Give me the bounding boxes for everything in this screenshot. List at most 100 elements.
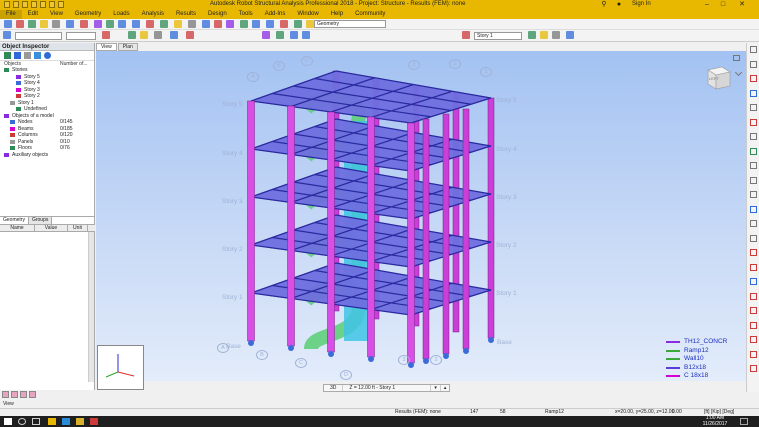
- sign-in-link[interactable]: Sign In: [632, 1, 651, 7]
- menu-results[interactable]: Results: [170, 10, 202, 19]
- tree-icon[interactable]: [14, 52, 21, 59]
- table-icon[interactable]: [11, 391, 18, 398]
- toolbar-tool-icon[interactable]: [94, 20, 102, 28]
- toolbar-tool-icon[interactable]: [226, 20, 234, 28]
- notifications-icon[interactable]: [740, 418, 748, 425]
- toolbar-tool-icon[interactable]: [240, 20, 248, 28]
- task-view-icon[interactable]: [32, 418, 40, 425]
- toolbar2-tool-icon[interactable]: [276, 31, 284, 39]
- story-combo[interactable]: Story 1: [474, 32, 522, 40]
- toolbar2-tool-icon[interactable]: [302, 31, 310, 39]
- view-cube[interactable]: LEFT: [700, 62, 734, 92]
- menu-geometry[interactable]: Geometry: [69, 10, 107, 19]
- right-tool-icon[interactable]: [750, 205, 757, 213]
- toolbar2-tool-icon[interactable]: [170, 31, 178, 39]
- toolbar2-tool-icon[interactable]: [154, 31, 162, 39]
- view-mode[interactable]: 3D: [324, 385, 344, 391]
- windows-start-icon[interactable]: [4, 418, 12, 425]
- toolbar2-tool-icon[interactable]: [102, 31, 110, 39]
- right-tool-icon[interactable]: [750, 263, 757, 271]
- toolbar2-tool-icon[interactable]: [186, 31, 194, 39]
- menu-help[interactable]: Help: [325, 10, 349, 19]
- toolbar-tool-icon[interactable]: [306, 20, 314, 28]
- right-tool-icon[interactable]: [750, 162, 757, 169]
- layout-combo[interactable]: Geometry: [314, 20, 386, 28]
- right-tool-icon[interactable]: [750, 176, 757, 184]
- toolbar-tool-icon[interactable]: [266, 20, 274, 28]
- filter-icon[interactable]: [4, 52, 11, 59]
- clock[interactable]: 1:00 AM 11/26/2017: [700, 415, 730, 427]
- undo-icon[interactable]: [49, 1, 55, 8]
- toolbar-tool-icon[interactable]: [146, 20, 154, 28]
- toolbar-tool-icon[interactable]: [118, 20, 126, 28]
- toolbar-tool-icon[interactable]: [294, 20, 302, 28]
- properties-scrollbar[interactable]: [88, 232, 94, 382]
- toolbar2-tool-icon[interactable]: [528, 31, 536, 39]
- toolbar-tool-icon[interactable]: [106, 20, 114, 28]
- redo-icon[interactable]: [58, 1, 64, 8]
- menu-window[interactable]: Window: [291, 10, 324, 19]
- right-tool-icon[interactable]: [750, 104, 757, 111]
- toolbar-tool-icon[interactable]: [4, 20, 12, 28]
- toolbar2-tool-icon[interactable]: [290, 31, 298, 39]
- toolbar-tool-icon[interactable]: [214, 20, 222, 28]
- tab-geometry[interactable]: Geometry: [0, 217, 29, 224]
- right-tool-icon[interactable]: [750, 118, 757, 126]
- menu-tools[interactable]: Tools: [233, 10, 259, 19]
- selection-combo[interactable]: [15, 32, 62, 40]
- toolbar2-tool-icon[interactable]: [566, 31, 574, 39]
- taskbar-app-icon[interactable]: [76, 418, 84, 425]
- right-tool-icon[interactable]: [750, 249, 757, 256]
- toolbar-tool-icon[interactable]: [202, 20, 210, 28]
- search-icon[interactable]: ⚲: [597, 0, 611, 10]
- model-viewport[interactable]: [96, 51, 746, 381]
- menu-loads[interactable]: Loads: [107, 10, 135, 19]
- help-icon[interactable]: [44, 52, 51, 59]
- right-tool-icon[interactable]: [750, 278, 757, 285]
- toolbar-tool-icon[interactable]: [132, 20, 140, 28]
- toolbar-tool-icon[interactable]: [188, 20, 196, 28]
- file-explorer-icon[interactable]: [48, 418, 56, 425]
- toolbar-tool-icon[interactable]: [16, 20, 24, 28]
- toolbar2-tool-icon[interactable]: [552, 31, 560, 39]
- design-icon[interactable]: [29, 391, 36, 398]
- toolbar2-tool-icon[interactable]: [462, 31, 470, 39]
- new-icon[interactable]: [13, 1, 19, 8]
- right-tool-icon[interactable]: [750, 75, 757, 82]
- toolbar-tool-icon[interactable]: [252, 20, 260, 28]
- toolbar2-tool-icon[interactable]: [3, 31, 11, 39]
- toolbar-tool-icon[interactable]: [40, 20, 48, 28]
- right-tool-icon[interactable]: [750, 321, 757, 329]
- print-icon[interactable]: [40, 1, 46, 8]
- right-tool-icon[interactable]: [750, 89, 757, 97]
- right-tool-icon[interactable]: [750, 307, 757, 314]
- results-icon[interactable]: [20, 391, 27, 398]
- edge-icon[interactable]: [62, 418, 70, 425]
- maximize-button[interactable]: □: [716, 0, 730, 10]
- toolbar-tool-icon[interactable]: [160, 20, 168, 28]
- properties-icon[interactable]: [34, 52, 41, 59]
- right-tool-icon[interactable]: [750, 365, 757, 372]
- filter-combo[interactable]: [66, 32, 96, 40]
- right-tool-icon[interactable]: [750, 350, 757, 358]
- delete-icon[interactable]: [24, 52, 31, 59]
- toolbar2-tool-icon[interactable]: [128, 31, 136, 39]
- menu-community[interactable]: Community: [349, 10, 391, 19]
- open-icon[interactable]: [22, 1, 28, 8]
- right-tool-icon[interactable]: [750, 60, 757, 68]
- toolbar2-tool-icon[interactable]: [140, 31, 148, 39]
- toolbar2-tool-icon[interactable]: [540, 31, 548, 39]
- right-tool-icon[interactable]: [750, 147, 757, 155]
- toolbar-tool-icon[interactable]: [52, 20, 60, 28]
- toolbar2-tool-icon[interactable]: [262, 31, 270, 39]
- right-tool-icon[interactable]: [750, 336, 757, 343]
- menu-file[interactable]: File: [0, 10, 22, 19]
- story-down-icon[interactable]: ▾: [431, 385, 441, 391]
- toolbar-tool-icon[interactable]: [28, 20, 36, 28]
- home-icon[interactable]: [733, 55, 740, 61]
- menu-analysis[interactable]: Analysis: [136, 10, 170, 19]
- right-tool-icon[interactable]: [750, 292, 757, 300]
- account-icon[interactable]: ●: [612, 0, 626, 10]
- robot-taskbar-icon[interactable]: [90, 418, 98, 425]
- view-icon[interactable]: [2, 391, 9, 398]
